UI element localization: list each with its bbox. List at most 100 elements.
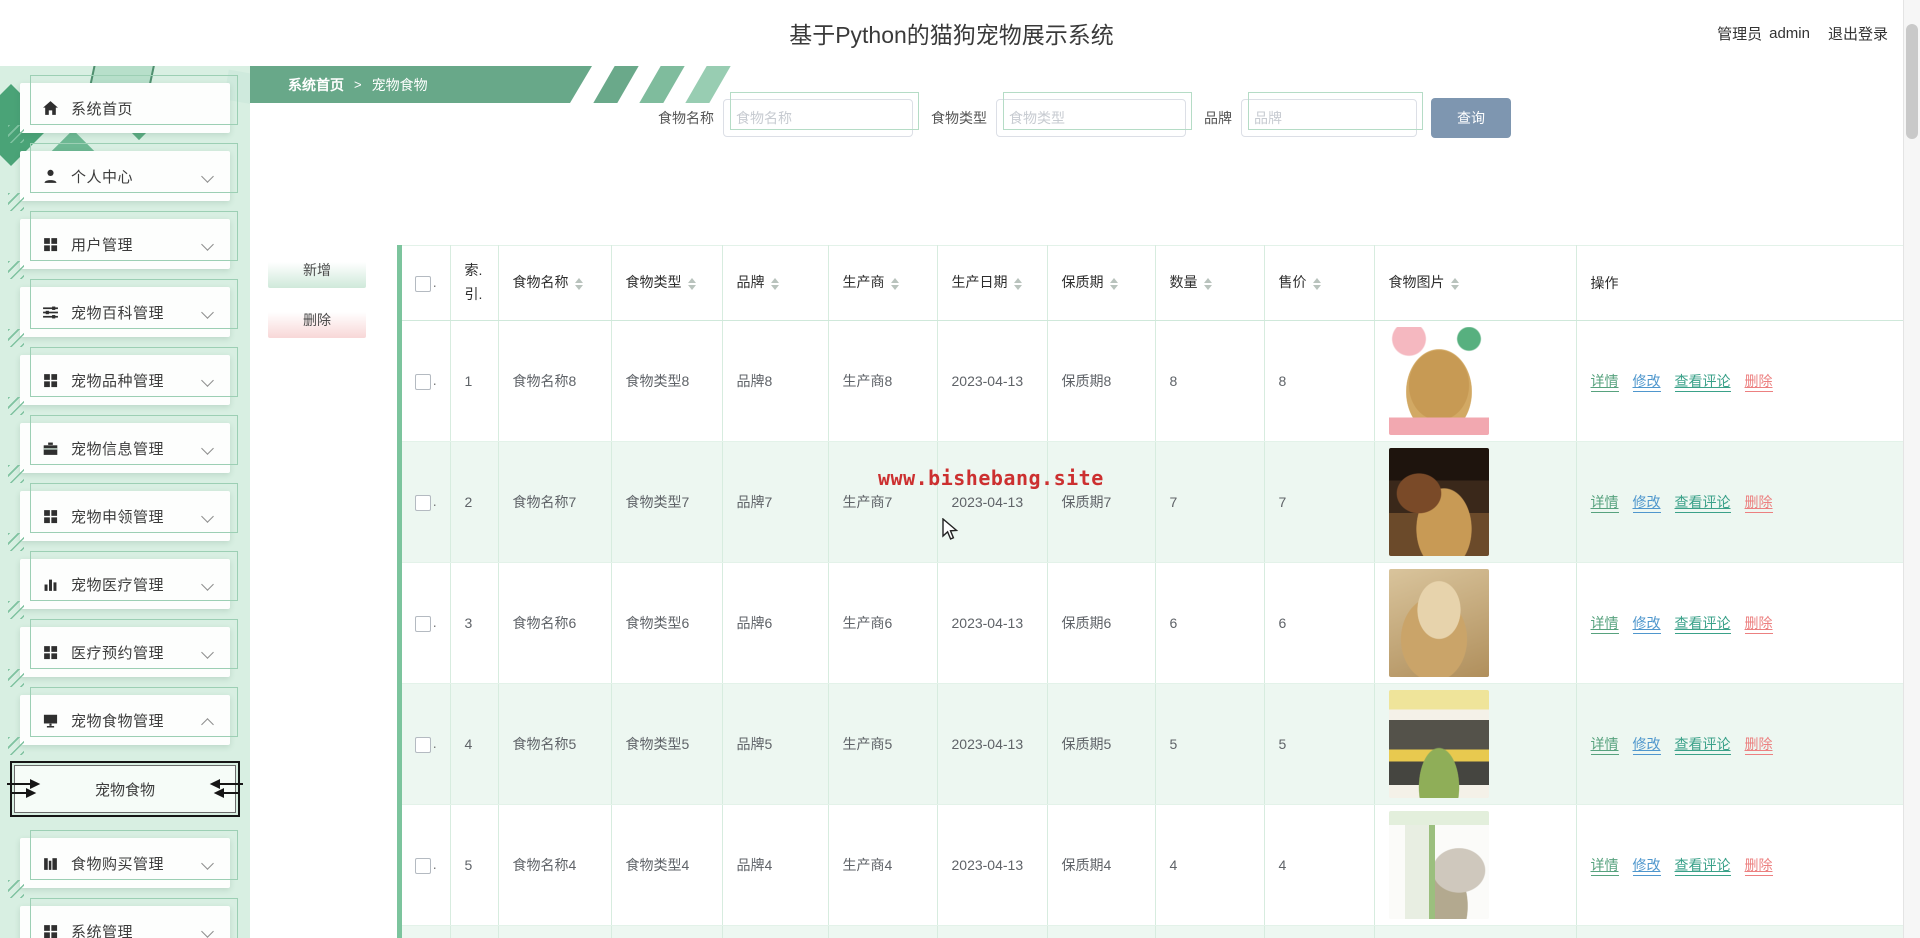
sidebar-item-medical-appointment[interactable]: 医疗预约管理 [8,619,238,687]
cell-operations: 详情修改查看评论删除 [1576,925,1903,938]
detail-link[interactable]: 详情 [1590,857,1619,876]
delete-link[interactable]: 删除 [1744,857,1773,876]
logout-link[interactable]: 退出登录 [1828,23,1888,44]
detail-link[interactable]: 详情 [1590,373,1619,392]
sidebar-item-pet-food-mgmt[interactable]: 宠物食物管理 [8,687,238,755]
view-comments-link[interactable]: 查看评论 [1674,494,1731,513]
sort-icon[interactable] [890,274,899,294]
cell-food-name: 食物名称4 [498,804,612,926]
sort-icon[interactable] [687,274,696,294]
edit-link[interactable]: 修改 [1632,736,1661,755]
cell-shelf-life: 保质期5 [1047,683,1156,805]
sidebar-item-pet-breed[interactable]: 宠物品种管理 [8,347,238,415]
sort-icon[interactable] [1109,274,1118,294]
food-image [1388,448,1489,556]
table-row: . 5 食物名称4 食物类型4 品牌4 生产商4 2023-04-13 保质期4… [402,804,1903,926]
col-header-date[interactable]: 生产日期 [937,245,1048,321]
detail-link[interactable]: 详情 [1590,494,1619,513]
cell-index: 3 [450,562,499,684]
sort-icon[interactable] [770,274,779,294]
cell-image [1374,441,1577,563]
sort-icon[interactable] [1203,274,1212,294]
delete-button[interactable]: 删除 [268,301,366,338]
select-all-checkbox[interactable] [414,275,431,292]
col-header-producer[interactable]: 生产商 [828,245,938,321]
sidebar-item-label: 宠物申领管理 [71,508,165,526]
brand-input[interactable] [1241,99,1417,137]
edit-link[interactable]: 修改 [1632,615,1661,634]
delete-link[interactable]: 删除 [1744,494,1773,513]
view-comments-link[interactable]: 查看评论 [1674,615,1731,634]
sort-icon[interactable] [1450,274,1459,294]
sidebar-item-pet-wiki[interactable]: 宠物百科管理 [8,279,238,347]
cell-price: 7 [1264,441,1375,563]
input-wrap [723,92,919,137]
cell-date: 2023-04-13 [937,804,1048,926]
cell-food-name: 食物名称6 [498,562,612,684]
sidebar-item-home[interactable]: 系统首页 [8,75,238,143]
query-button[interactable]: 查询 [1431,98,1511,138]
delete-link[interactable]: 删除 [1744,736,1773,755]
sidebar-subitem-pet-food[interactable]: 宠物食物 [7,761,243,817]
row-checkbox[interactable] [414,615,431,632]
view-comments-link[interactable]: 查看评论 [1674,736,1731,755]
sort-icon[interactable] [574,274,583,294]
chevron-up-icon [201,718,214,731]
sort-icon[interactable] [1013,274,1022,294]
view-comments-link[interactable]: 查看评论 [1674,373,1731,392]
vertical-scrollbar[interactable] [1903,0,1920,938]
row-checkbox[interactable] [414,736,431,753]
sort-icon[interactable] [1312,274,1321,294]
sidebar-item-profile[interactable]: 个人中心 [8,143,238,211]
food-type-input[interactable] [996,99,1186,137]
sidebar: 系统首页 个人中心 用户管理 宠物百科管理 宠物品种管理 宠物信息管理 宠物申领… [0,0,250,938]
chevron-down-icon [201,170,214,183]
add-button[interactable]: 新增 [268,251,366,288]
sidebar-item-food-purchase[interactable]: 食物购买管理 [8,830,238,898]
col-header-price[interactable]: 售价 [1264,245,1375,321]
view-comments-link[interactable]: 查看评论 [1674,857,1731,876]
cell-index [450,925,499,938]
sidebar-subitem-label: 宠物食物 [94,781,155,799]
sidebar-item-pet-adoption[interactable]: 宠物申领管理 [8,483,238,551]
scrollbar-thumb[interactable] [1906,24,1918,139]
col-header-food-type[interactable]: 食物类型 [611,245,723,321]
table-row: . 2023-04-13 详情修改查看评论删除 [402,925,1903,938]
sidebar-item-system-mgmt[interactable]: 系统管理 [20,898,238,938]
sidebar-item-pet-info[interactable]: 宠物信息管理 [8,415,238,483]
cell-shelf-life: 保质期8 [1047,320,1156,442]
sidebar-item-user-mgmt[interactable]: 用户管理 [8,211,238,279]
col-header-brand[interactable]: 品牌 [722,245,829,321]
cell-date: 2023-04-13 [937,925,1048,938]
resize-arrows-icon [7,777,41,801]
sidebar-item-label: 系统首页 [71,100,134,118]
detail-link[interactable]: 详情 [1590,615,1619,634]
edit-link[interactable]: 修改 [1632,373,1661,392]
row-checkbox[interactable] [414,494,431,511]
edit-link[interactable]: 修改 [1632,494,1661,513]
cell-producer: 生产商4 [828,804,938,926]
cell-image [1374,683,1577,805]
col-header-image[interactable]: 食物图片 [1374,245,1577,321]
col-header-quantity[interactable]: 数量 [1155,245,1265,321]
delete-link[interactable]: 删除 [1744,373,1773,392]
delete-link[interactable]: 删除 [1744,615,1773,634]
col-header-food-name[interactable]: 食物名称 [498,245,612,321]
cell-food-type: 食物类型4 [611,804,723,926]
row-checkbox[interactable] [414,373,431,390]
table-row: . 2 食物名称7 食物类型7 品牌7 生产商7 2023-04-13 保质期7… [402,441,1903,563]
edit-link[interactable]: 修改 [1632,857,1661,876]
row-checkbox[interactable] [414,857,431,874]
detail-link[interactable]: 详情 [1590,736,1619,755]
col-header-shelf-life[interactable]: 保质期 [1047,245,1156,321]
cell-quantity: 7 [1155,441,1265,563]
home-icon [42,100,59,117]
sidebar-item-pet-medical[interactable]: 宠物医疗管理 [8,551,238,619]
breadcrumb-home[interactable]: 系统首页 [288,75,344,95]
grid-icon [42,923,59,938]
cell-brand: 品牌7 [722,441,829,563]
cell-date: 2023-04-13 [937,683,1048,805]
cell-operations: 详情修改查看评论删除 [1576,683,1903,805]
data-table-container: . 索.引. 食物名称 食物类型 品牌 生产商 生产日期 保质期 数量 售价 食… [397,245,1903,938]
food-name-input[interactable] [723,99,913,137]
